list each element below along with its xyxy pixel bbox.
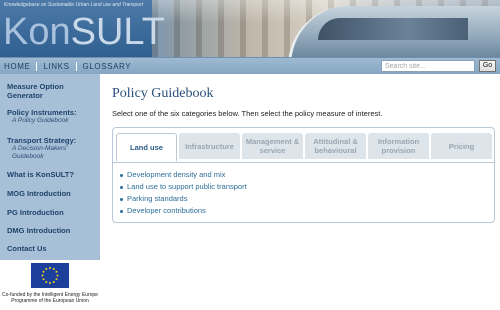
page-title: Policy Guidebook xyxy=(112,86,214,101)
category-panel: Land use Infrastructure Management & ser… xyxy=(112,127,495,223)
sidebar-item-label: Measure Option Generator xyxy=(7,82,64,100)
sidebar-item-label: Policy Instruments: xyxy=(7,108,77,117)
sidebar-item-label: Transport Strategy: xyxy=(7,136,77,145)
eu-funding-caption: Co-funded by the Intelligent Energy Euro… xyxy=(0,292,100,304)
list-item: Parking standards xyxy=(120,193,247,205)
sidebar-item-pg-introduction[interactable]: PG Introduction xyxy=(7,208,64,217)
nav-link-glossary[interactable]: GLOSSARY xyxy=(83,62,132,71)
site-logo[interactable]: KonSULT xyxy=(3,12,165,52)
logo-text-bold: SULT xyxy=(70,11,165,53)
sidebar-item-what-is-konsult[interactable]: What is KonSULT? xyxy=(7,170,74,179)
measure-link-land-use-public-transport[interactable]: Land use to support public transport xyxy=(127,182,247,191)
sidebar-item-label: Contact Us xyxy=(7,244,47,253)
logo-text-light: Kon xyxy=(3,11,71,53)
search-input[interactable] xyxy=(381,60,475,72)
sidebar-item-policy-instruments[interactable]: Policy Instruments: A Policy Guidebook xyxy=(7,108,77,125)
sidebar-item-label: DMG Introduction xyxy=(7,226,71,235)
top-nav-bar: HOME LINKS GLOSSARY Go xyxy=(0,57,500,74)
sidebar-item-measure-option-generator[interactable]: Measure Option Generator xyxy=(7,82,87,100)
sidebar-item-label: PG Introduction xyxy=(7,208,64,217)
nav-separator xyxy=(75,62,77,71)
tab-pricing[interactable]: Pricing xyxy=(431,133,492,159)
nav-link-home[interactable]: HOME xyxy=(4,62,30,71)
tabs-divider xyxy=(113,162,494,163)
measure-link-development-density[interactable]: Development density and mix xyxy=(127,170,225,179)
measure-link-developer-contributions[interactable]: Developer contributions xyxy=(127,206,206,215)
list-item: Developer contributions xyxy=(120,205,247,217)
nav-separator xyxy=(36,62,38,71)
sidebar-item-transport-strategy[interactable]: Transport Strategy: A Decision-Makers' Gu… xyxy=(7,136,90,161)
sidebar-item-label: MOG Introduction xyxy=(7,189,71,198)
list-item: Development density and mix xyxy=(120,169,247,181)
list-item: Land use to support public transport xyxy=(120,181,247,193)
search-go-button[interactable]: Go xyxy=(479,60,496,72)
sidebar-item-mog-introduction[interactable]: MOG Introduction xyxy=(7,189,71,198)
page-instructions: Select one of the six categories below. … xyxy=(112,109,383,118)
header-banner: Knowledgebase on Sustainable Urban Land … xyxy=(0,0,500,57)
tab-information-provision[interactable]: Information provision xyxy=(368,133,429,159)
tab-infrastructure[interactable]: Infrastructure xyxy=(179,133,240,159)
tab-land-use[interactable]: Land use xyxy=(116,133,177,162)
sidebar-item-label: What is KonSULT? xyxy=(7,170,74,179)
banner-tram-window xyxy=(318,18,468,40)
sidebar-item-sublabel: A Decision-Makers' Guidebook xyxy=(12,145,68,160)
eu-caption-line2: Programme of the European Union xyxy=(11,298,89,304)
sidebar-item-dmg-introduction[interactable]: DMG Introduction xyxy=(7,226,70,235)
nav-link-links[interactable]: LINKS xyxy=(43,62,69,71)
tab-attitudinal-behavioural[interactable]: Attitudinal & behavioural xyxy=(305,133,366,159)
site-tagline: Knowledgebase on Sustainable Urban Land … xyxy=(4,2,144,8)
nav-links: HOME LINKS GLOSSARY xyxy=(4,62,131,71)
sidebar-item-sublabel: A Policy Guidebook xyxy=(12,117,69,124)
sidebar: Measure Option Generator Policy Instrume… xyxy=(0,74,100,260)
sidebar-item-contact-us[interactable]: Contact Us xyxy=(7,244,47,253)
eu-flag-logo xyxy=(31,263,69,288)
tab-management-service[interactable]: Management & service xyxy=(242,133,303,159)
measure-list: Development density and mix Land use to … xyxy=(120,169,247,217)
measure-link-parking-standards[interactable]: Parking standards xyxy=(127,194,187,203)
